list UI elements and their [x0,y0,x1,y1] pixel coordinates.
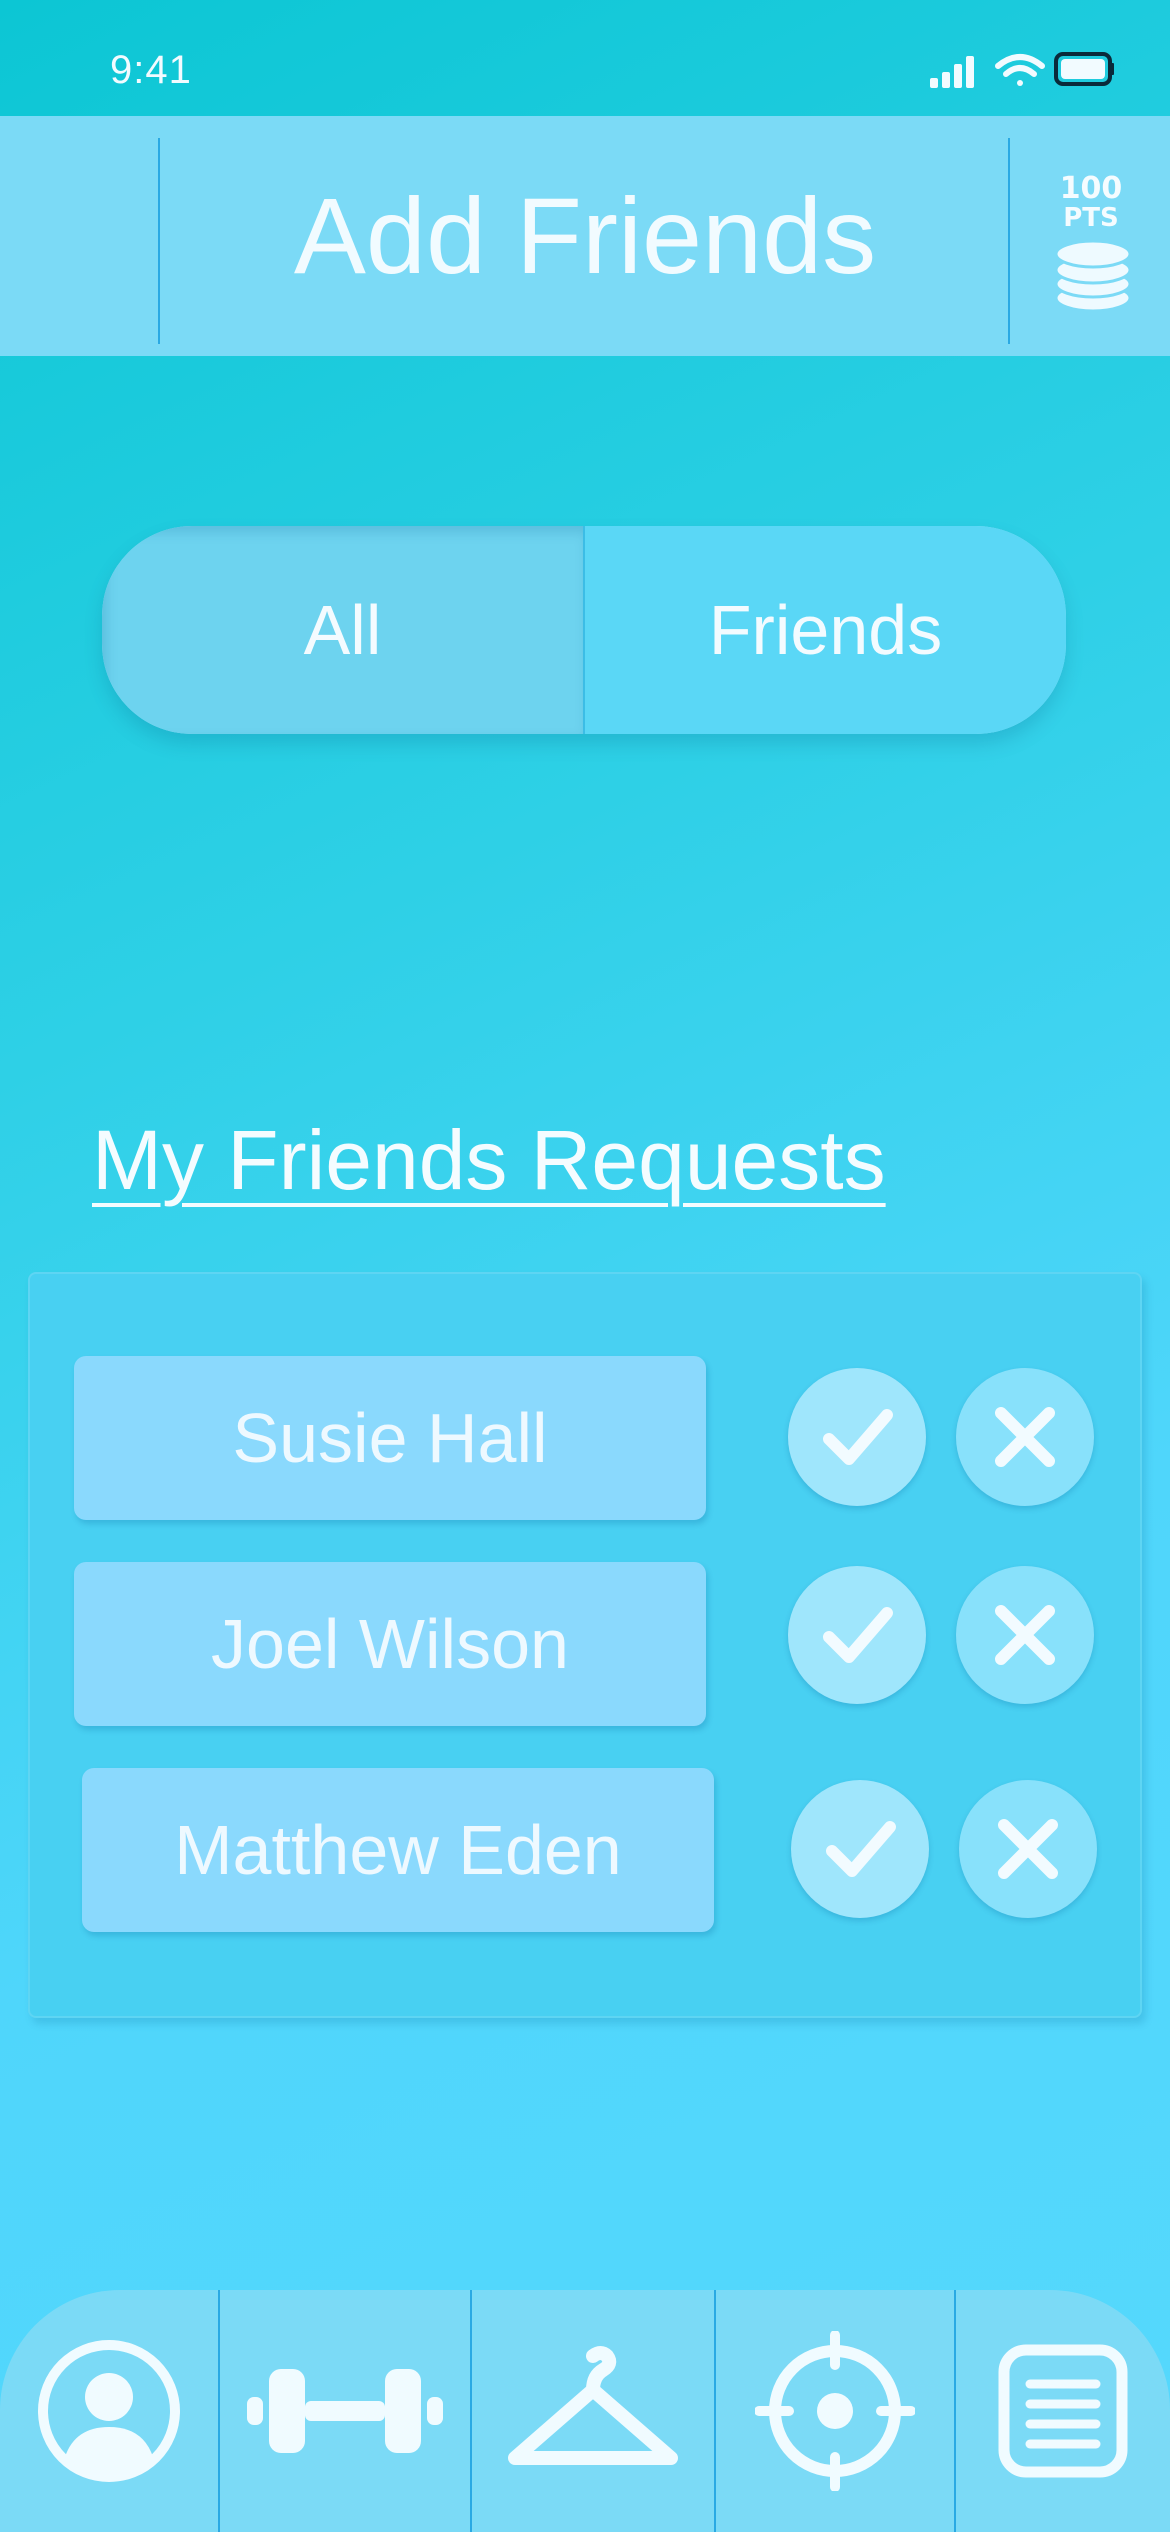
nav-notes[interactable] [956,2290,1170,2532]
checkmark-icon [823,1409,893,1465]
filter-segmented-control: All Friends [102,526,1066,734]
header-divider-right [1008,138,1010,344]
accept-request-button[interactable] [788,1368,926,1506]
status-time: 9:41 [110,48,192,92]
profile-icon [38,2340,180,2482]
friend-request-row: Joel Wilson [28,1562,1142,1728]
checkmark-icon [826,1821,896,1877]
bottom-nav-bar [0,2290,1170,2532]
points-unit: PTS [1063,203,1119,233]
nav-profile[interactable] [0,2290,218,2532]
decline-request-button[interactable] [956,1566,1094,1704]
close-icon [995,1407,1055,1467]
decline-request-button[interactable] [956,1368,1094,1506]
header-bar: Add Friends 100 PTS [0,116,1170,356]
tab-friends[interactable]: Friends [585,526,1066,734]
notes-icon [998,2344,1128,2478]
close-icon [998,1819,1058,1879]
friend-request-name[interactable]: Joel Wilson [74,1562,706,1726]
hanger-icon [508,2346,678,2465]
tab-all[interactable]: All [102,526,583,734]
close-icon [995,1605,1055,1665]
points-value: 100 [1059,171,1123,206]
dumbbell-icon [247,2369,443,2453]
friend-requests-heading: My Friends Requests [92,1113,886,1207]
nav-wardrobe[interactable] [472,2290,714,2532]
nav-workout[interactable] [220,2290,470,2532]
battery-icon [1054,52,1114,86]
cellular-signal-icon [930,56,974,88]
accept-request-button[interactable] [791,1780,929,1918]
friend-request-name[interactable]: Susie Hall [74,1356,706,1520]
friend-request-row: Matthew Eden [28,1768,1142,1934]
nav-goals[interactable] [716,2290,954,2532]
target-icon [755,2331,915,2491]
status-icons [894,48,1114,92]
wifi-icon [995,54,1045,86]
friend-requests-panel: Susie Hall Joel Wilson Matthew Eden [28,1272,1142,2018]
checkmark-icon [823,1607,893,1663]
points-badge[interactable]: 100 PTS [1012,174,1170,358]
header-divider-left [158,138,160,344]
status-bar: 9:41 [0,0,1170,116]
coins-icon [1054,239,1132,313]
friend-request-name[interactable]: Matthew Eden [82,1768,714,1932]
accept-request-button[interactable] [788,1566,926,1704]
friend-request-row: Susie Hall [28,1356,1142,1522]
page-title: Add Friends [293,175,877,296]
decline-request-button[interactable] [959,1780,1097,1918]
